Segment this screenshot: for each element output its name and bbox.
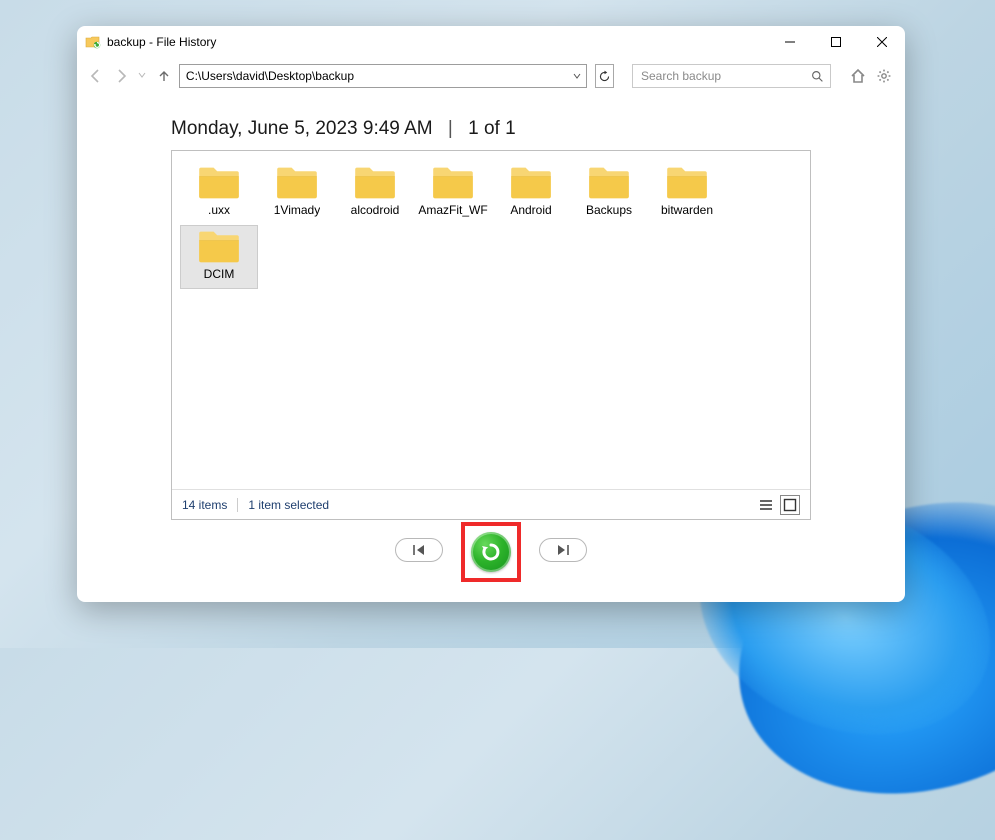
- back-button[interactable]: [87, 64, 106, 88]
- folder-label: AmazFit_WF: [418, 204, 487, 218]
- folder-item[interactable]: DCIM: [180, 225, 258, 289]
- forward-button[interactable]: [112, 64, 131, 88]
- app-icon: [85, 34, 101, 50]
- address-dropdown-icon[interactable]: [568, 65, 586, 87]
- folder-label: Android: [510, 204, 551, 218]
- previous-version-button[interactable]: [395, 538, 443, 562]
- folder-label: DCIM: [204, 268, 235, 282]
- folder-label: .uxx: [208, 204, 230, 218]
- view-icons-button[interactable]: [780, 495, 800, 515]
- maximize-button[interactable]: [813, 26, 859, 58]
- folder-item[interactable]: .uxx: [180, 161, 258, 225]
- window-title: backup - File History: [107, 35, 216, 49]
- search-icon[interactable]: [804, 65, 830, 87]
- folder-item[interactable]: Android: [492, 161, 570, 225]
- folder-label: bitwarden: [661, 204, 713, 218]
- next-version-button[interactable]: [539, 538, 587, 562]
- navigation-bar: [77, 58, 905, 94]
- file-history-window: backup - File History: [77, 26, 905, 602]
- files-pane: .uxx 1Vimady alcodroid AmazFit_WF Androi…: [171, 150, 811, 520]
- refresh-button[interactable]: [595, 64, 614, 88]
- address-bar[interactable]: [179, 64, 587, 88]
- folder-label: Backups: [586, 204, 632, 218]
- status-item-count: 14 items: [182, 498, 227, 512]
- folder-item[interactable]: AmazFit_WF: [414, 161, 492, 225]
- up-button[interactable]: [154, 64, 173, 88]
- snapshot-header: Monday, June 5, 2023 9:49 AM | 1 of 1: [171, 94, 811, 150]
- status-selection: 1 item selected: [248, 498, 329, 512]
- folder-label: alcodroid: [351, 204, 400, 218]
- snapshot-datetime: Monday, June 5, 2023 9:49 AM: [171, 118, 433, 139]
- folder-label: 1Vimady: [274, 204, 320, 218]
- folder-item[interactable]: bitwarden: [648, 161, 726, 225]
- view-details-button[interactable]: [756, 495, 776, 515]
- content-area: Monday, June 5, 2023 9:49 AM | 1 of 1 .u…: [77, 94, 905, 602]
- restore-button[interactable]: [471, 532, 511, 572]
- titlebar: backup - File History: [77, 26, 905, 58]
- restore-highlight: [461, 522, 521, 582]
- minimize-button[interactable]: [767, 26, 813, 58]
- files-grid: .uxx 1Vimady alcodroid AmazFit_WF Androi…: [180, 161, 802, 289]
- search-box[interactable]: [632, 64, 831, 88]
- settings-button[interactable]: [873, 65, 895, 87]
- snapshot-separator: |: [438, 118, 463, 139]
- search-input[interactable]: [633, 69, 804, 83]
- address-input[interactable]: [180, 65, 568, 87]
- chevron-down-icon[interactable]: [136, 71, 148, 82]
- snapshot-counter: 1 of 1: [468, 118, 516, 139]
- folder-item[interactable]: Backups: [570, 161, 648, 225]
- restore-controls: [171, 520, 811, 584]
- folder-item[interactable]: alcodroid: [336, 161, 414, 225]
- close-button[interactable]: [859, 26, 905, 58]
- home-button[interactable]: [847, 65, 869, 87]
- status-bar: 14 items 1 item selected: [172, 489, 810, 519]
- folder-item[interactable]: 1Vimady: [258, 161, 336, 225]
